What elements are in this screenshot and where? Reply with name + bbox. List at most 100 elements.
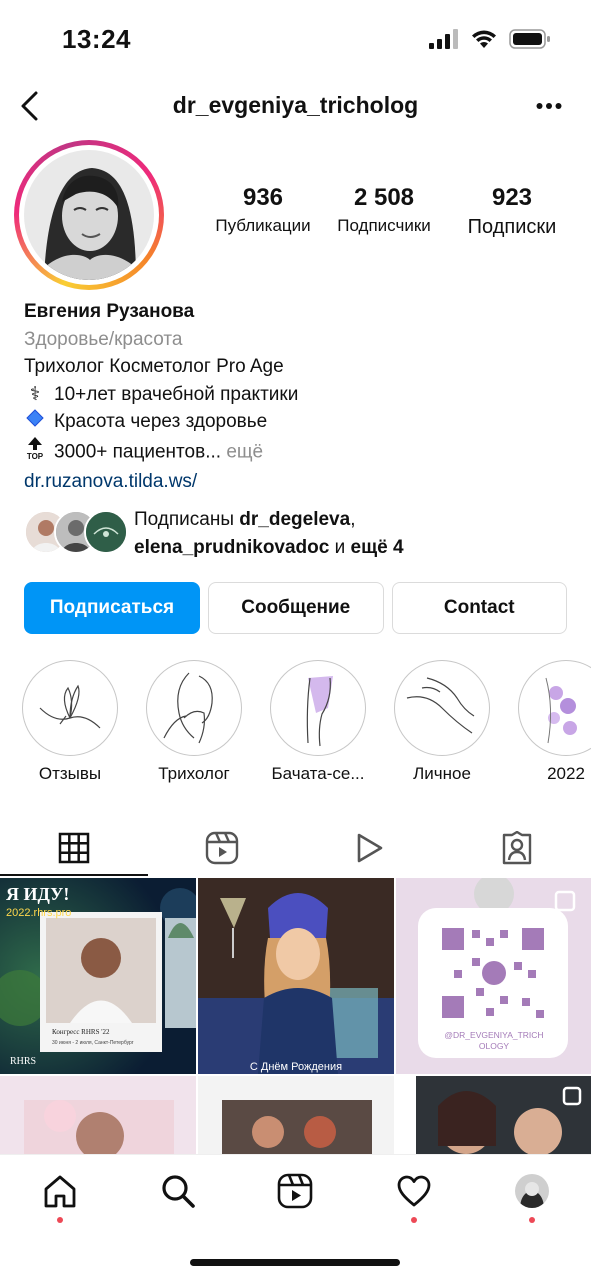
followed-by-user-2[interactable]: elena_prudnikovadoc	[134, 537, 329, 558]
post-thumbnail[interactable]	[0, 1076, 196, 1154]
notification-dot	[529, 1217, 535, 1223]
bio-line-4: TOP 3000+ пациентов... ещё	[24, 436, 574, 469]
home-indicator	[190, 1259, 400, 1266]
post-thumbnail[interactable]	[416, 1076, 591, 1154]
stat-followers[interactable]: 2 508 Подписчики	[328, 184, 440, 236]
status-bar: 13:24	[0, 0, 591, 80]
stat-posts[interactable]: 936 Публикации	[208, 184, 318, 236]
highlight-cover	[22, 660, 118, 756]
hands-line-icon	[406, 677, 475, 734]
followed-by-more[interactable]: ещё 4	[351, 537, 404, 558]
highlight-label: Бачата-се...	[271, 764, 365, 783]
dancer-line-icon	[306, 676, 333, 747]
tab-posts-grid[interactable]	[0, 820, 148, 876]
bio-line-3-text: Красота через здоровье	[54, 411, 268, 432]
profile-avatar-story-ring[interactable]	[14, 140, 164, 290]
battery-icon	[509, 29, 550, 49]
tab-videos[interactable]	[296, 820, 444, 876]
post-thumbnail[interactable]: @DR_EVGENIYA_TRICH OLOGY	[396, 878, 591, 1074]
followed-by-user-1[interactable]: dr_degeleva	[239, 509, 350, 530]
post-thumbnail[interactable]: Я ИДУ! 2022.rhrs.pro Конгресс RHRS '22 3…	[0, 878, 196, 1074]
profile-category: Здоровье/красота	[24, 328, 183, 350]
stat-followers-count: 2 508	[353, 184, 415, 211]
medical-staff-icon: ⚕	[29, 383, 41, 405]
heart-icon	[397, 1175, 431, 1207]
notification-dot	[411, 1217, 417, 1223]
followed-by-text: Подписаны dr_degeleva, elena_prudnikovad…	[134, 509, 404, 558]
followed-by[interactable]: Подписаны dr_degeleva, elena_prudnikovad…	[24, 506, 584, 560]
profile-avatar	[24, 150, 154, 280]
svg-text:С Днём Рождения: С Днём Рождения	[250, 1061, 342, 1073]
stat-posts-count: 936	[242, 184, 284, 211]
tab-tagged[interactable]	[443, 820, 591, 876]
profile-username: dr_evgeniya_tricholog	[172, 92, 419, 118]
bio-website-link[interactable]: dr.ruzanova.tilda.ws/	[24, 468, 574, 496]
svg-text:Конгресс RHRS '22: Конгресс RHRS '22	[52, 1028, 110, 1036]
profile-action-buttons: Подписаться Сообщение Contact	[24, 582, 567, 634]
wifi-icon	[472, 30, 496, 48]
post-thumbnail[interactable]	[198, 1076, 394, 1154]
post-thumbnail[interactable]: С Днём Рождения	[198, 878, 394, 1074]
highlight-cover	[518, 660, 591, 756]
highlight-label: 2022	[547, 764, 585, 783]
bottom-navigation	[0, 1154, 591, 1280]
highlight-personal[interactable]: Личное	[392, 660, 492, 784]
profile-header: dr_evgeniya_tricholog	[0, 80, 591, 132]
flowers-icon	[545, 677, 577, 744]
follow-button[interactable]: Подписаться	[24, 582, 200, 634]
blue-diamond-icon	[24, 408, 46, 436]
stat-following-count: 923	[491, 184, 533, 211]
stat-followers-label: Подписчики	[337, 216, 431, 235]
notification-dot	[57, 1217, 63, 1223]
face-line-icon	[163, 672, 213, 744]
nav-reels[interactable]	[265, 1173, 325, 1233]
nav-search[interactable]	[148, 1173, 208, 1233]
svg-text:2022.rhrs.pro: 2022.rhrs.pro	[6, 907, 71, 919]
bio-line-4-text: 3000+ пациентов...	[54, 440, 222, 462]
signal-icon	[429, 29, 458, 49]
svg-text:Я ИДУ!: Я ИДУ!	[6, 884, 69, 904]
status-icons	[429, 28, 551, 50]
highlight-reviews[interactable]: Отзывы	[20, 660, 120, 784]
stat-following-label: Подписки	[467, 216, 557, 238]
posts-grid: Я ИДУ! 2022.rhrs.pro Конгресс RHRS '22 3…	[0, 878, 591, 1154]
bio-line-1: Трихолог Косметолог Pro Age	[24, 356, 284, 377]
home-icon	[44, 1175, 76, 1208]
profile-content-tabs	[0, 820, 591, 876]
more-options-button[interactable]	[529, 86, 569, 126]
grid-icon	[58, 832, 90, 864]
highlight-cover	[394, 660, 490, 756]
status-time: 13:24	[62, 24, 131, 54]
highlight-bachata[interactable]: Бачата-се...	[268, 660, 368, 784]
svg-text:TOP: TOP	[27, 452, 44, 460]
highlight-tricholog[interactable]: Трихолог	[144, 660, 244, 784]
nav-home[interactable]	[30, 1173, 90, 1233]
bio-line-3: Красота через здоровье	[24, 408, 574, 436]
highlight-label: Трихолог	[158, 764, 230, 783]
nav-activity[interactable]	[384, 1173, 444, 1233]
bio-line-2-text: 10+лет врачебной практики	[54, 383, 299, 405]
message-button[interactable]: Сообщение	[208, 582, 384, 634]
profile-display-name: Евгения Рузанова	[24, 301, 195, 322]
profile-avatar-icon	[515, 1174, 549, 1208]
more-horizontal-icon	[536, 103, 562, 109]
highlight-cover	[270, 660, 366, 756]
tab-reels[interactable]	[148, 820, 296, 876]
followed-by-avatars	[24, 510, 128, 554]
profile-bio: Евгения Рузанова Здоровье/красота Трихол…	[24, 298, 574, 496]
contact-button[interactable]: Contact	[391, 582, 567, 634]
nav-profile[interactable]	[502, 1173, 562, 1233]
tagged-person-icon	[502, 831, 532, 865]
svg-text:RHRS: RHRS	[10, 1056, 36, 1067]
play-icon	[358, 833, 383, 863]
bio-more-link[interactable]: ещё	[221, 441, 263, 462]
highlight-label: Личное	[413, 764, 471, 783]
highlight-cover	[146, 660, 242, 756]
stat-following[interactable]: 923 Подписки	[452, 184, 572, 239]
highlight-2022[interactable]: 2022	[516, 660, 591, 784]
follower-avatar-3	[84, 510, 128, 554]
reels-icon	[205, 831, 238, 865]
reels-icon	[277, 1173, 313, 1209]
svg-text:30 июня - 2 июля, Санкт-Петерб: 30 июня - 2 июля, Санкт-Петербург	[52, 1040, 134, 1046]
search-icon	[162, 1175, 195, 1208]
